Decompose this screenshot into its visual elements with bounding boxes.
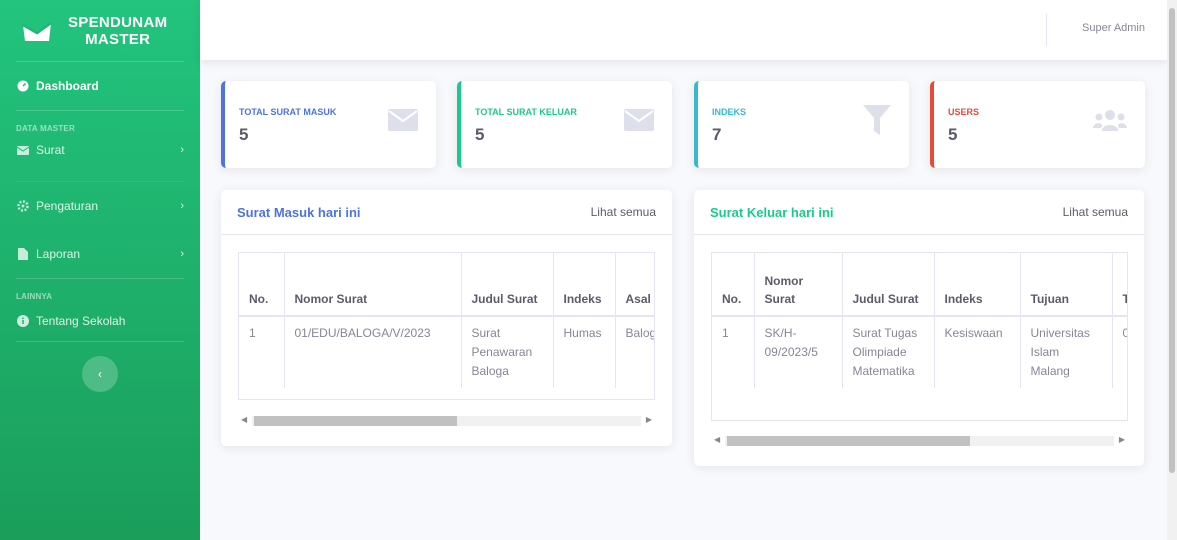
stat-value: 5 [948, 125, 958, 144]
column-header[interactable]: Indeks [553, 253, 616, 317]
brand-line-1: SPENDUNAM [68, 13, 168, 31]
panel-title: Surat Masuk hari ini [237, 204, 361, 220]
sidebar-heading-lainnya: LAINNYA [16, 292, 53, 301]
panel-header: Surat Masuk hari ini Lihat semua [221, 190, 672, 235]
lihat-semua-link[interactable]: Lihat semua [1063, 205, 1128, 219]
table-cell: 01/EDU/BALOGA/V/2023 [284, 316, 462, 388]
column-header[interactable]: Tujuan [1020, 253, 1113, 317]
panel-surat-keluar: Surat Keluar hari ini Lihat semua No. No… [694, 190, 1144, 466]
file-icon [16, 248, 30, 260]
tachometer-icon [16, 80, 30, 92]
chevron-right-icon: › [180, 248, 184, 260]
envelope-icon [388, 109, 418, 136]
column-header[interactable]: No. [239, 253, 285, 317]
chevron-left-icon: ‹ [98, 367, 102, 381]
sidebar-item-dashboard[interactable]: Dashboard [0, 62, 200, 110]
table-horizontal-scrollbar[interactable]: ◀ ▶ [711, 433, 1128, 449]
table-cell: 01 [1112, 316, 1127, 388]
chevron-right-icon: › [180, 144, 184, 156]
table-cell: Surat Penawaran Baloga [461, 316, 554, 388]
sidebar-item-surat[interactable]: Surat › [0, 133, 200, 167]
stat-label: INDEKS [712, 107, 747, 117]
table-cell: Humas [553, 316, 616, 388]
panel-title: Surat Keluar hari ini [710, 204, 834, 220]
filter-icon [863, 105, 891, 140]
column-header[interactable]: Judul Surat [842, 253, 935, 317]
topbar-divider [1046, 14, 1047, 46]
panel-header: Surat Keluar hari ini Lihat semua [694, 190, 1144, 235]
scroll-right-arrow-icon[interactable]: ▶ [646, 415, 652, 424]
users-icon [1093, 109, 1127, 136]
envelope-logo-icon [20, 14, 54, 48]
table-row: 1 01/EDU/BALOGA/V/2023 Surat Penawaran B… [239, 316, 654, 388]
table-cell: Kesiswaan [934, 316, 1021, 388]
gear-icon [16, 200, 30, 212]
sidebar-item-pengaturan[interactable]: Pengaturan › [0, 182, 200, 230]
sidebar: SPENDUNAM MASTER Dashboard DATA MASTER S… [0, 0, 200, 540]
stat-label: USERS [948, 107, 980, 117]
scroll-right-arrow-icon[interactable]: ▶ [1119, 435, 1125, 444]
stat-value: 7 [712, 125, 722, 144]
table-cell: SK/H-09/2023/5 [754, 316, 843, 388]
table-cell: 1 [712, 316, 755, 388]
stat-card-indeks: INDEKS 7 [694, 81, 909, 168]
column-header[interactable]: Nomor Surat [284, 253, 462, 317]
column-header[interactable]: Nomor Surat [754, 253, 843, 317]
stat-label: TOTAL SURAT MASUK [239, 107, 337, 117]
table-header-row: No. Nomor Surat Judul Surat Indeks Tujua… [712, 253, 1127, 317]
stat-card-surat-masuk: TOTAL SURAT MASUK 5 [221, 81, 436, 168]
table-surat-masuk: No. Nomor Surat Judul Surat Indeks Asal … [238, 252, 655, 400]
chevron-right-icon: › [180, 200, 184, 212]
stat-value: 5 [239, 125, 249, 144]
column-header[interactable]: Indeks [934, 253, 1021, 317]
sidebar-divider [16, 341, 184, 342]
stat-label: TOTAL SURAT KELUAR [475, 107, 577, 117]
envelope-icon [16, 144, 30, 156]
table-row: 1 SK/H-09/2023/5 Surat Tugas Olimpiade M… [712, 316, 1127, 388]
column-header[interactable]: Judul Surat [461, 253, 554, 317]
page-scrollbar[interactable] [1167, 0, 1177, 540]
user-menu[interactable]: Super Admin [1082, 22, 1145, 34]
envelope-icon [624, 109, 654, 136]
sidebar-item-label: Tentang Sekolah [36, 314, 126, 328]
sidebar-heading-data-master: DATA MASTER [16, 124, 75, 133]
table-cell: Universitas Islam Malang [1020, 316, 1113, 388]
brand[interactable]: SPENDUNAM MASTER [0, 0, 200, 61]
sidebar-item-label: Pengaturan [36, 199, 99, 213]
column-header[interactable]: No. [712, 253, 755, 317]
scrollbar-thumb[interactable] [727, 436, 970, 446]
lihat-semua-link[interactable]: Lihat semua [591, 205, 656, 219]
table-cell: Surat Tugas Olimpiade Matematika [842, 316, 935, 388]
table-horizontal-scrollbar[interactable]: ◀ ▶ [238, 413, 655, 429]
scroll-left-arrow-icon[interactable]: ◀ [241, 415, 247, 424]
stat-value: 5 [475, 125, 485, 144]
page-scrollbar-thumb[interactable] [1169, 8, 1175, 473]
sidebar-item-label: Laporan [36, 247, 81, 261]
table-cell: Baloga [615, 316, 654, 388]
sidebar-item-tentang-sekolah[interactable]: Tentang Sekolah [0, 301, 200, 341]
column-header[interactable]: Asal Surat [615, 253, 654, 317]
stat-card-users: USERS 5 [930, 81, 1145, 168]
sidebar-item-label: Surat [36, 143, 65, 157]
info-circle-icon [16, 315, 30, 327]
stat-card-surat-keluar: TOTAL SURAT KELUAR 5 [457, 81, 672, 168]
topbar: Super Admin [200, 0, 1167, 60]
brand-line-2: MASTER [85, 30, 151, 48]
scroll-left-arrow-icon[interactable]: ◀ [714, 435, 720, 444]
panel-surat-masuk: Surat Masuk hari ini Lihat semua No. Nom… [221, 190, 672, 446]
sidebar-toggle-button[interactable]: ‹ [82, 356, 118, 392]
table-surat-keluar: No. Nomor Surat Judul Surat Indeks Tujua… [711, 252, 1128, 421]
sidebar-item-laporan[interactable]: Laporan › [0, 230, 200, 278]
sidebar-item-label: Dashboard [36, 79, 99, 93]
table-cell: 1 [239, 316, 285, 388]
scrollbar-thumb[interactable] [254, 416, 457, 426]
column-header[interactable]: Tgl Keluar [1112, 253, 1127, 317]
table-header-row: No. Nomor Surat Judul Surat Indeks Asal … [239, 253, 654, 317]
